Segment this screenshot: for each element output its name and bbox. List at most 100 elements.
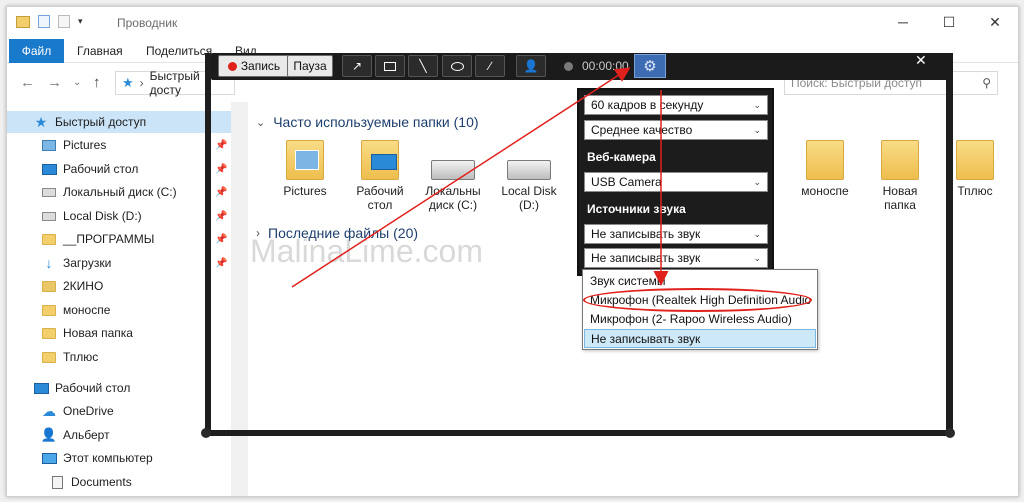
tab-share[interactable]: Поделиться xyxy=(146,39,212,63)
chevron-down-icon[interactable]: ▾ xyxy=(78,16,83,27)
properties-icon[interactable] xyxy=(38,15,50,28)
documents-icon xyxy=(49,474,65,490)
computer-icon xyxy=(41,450,57,466)
recorder-close-icon[interactable]: ✕ xyxy=(915,52,927,69)
ellipse-tool-button[interactable] xyxy=(442,55,472,77)
sidebar-item-tplus[interactable]: Тплюс xyxy=(7,346,237,368)
forward-arrow-icon[interactable]: → xyxy=(47,74,62,91)
rectangle-tool-button[interactable] xyxy=(375,55,405,77)
arrow-tool-button[interactable]: ↗ xyxy=(342,55,372,77)
settings-button[interactable]: ⚙ xyxy=(634,54,666,78)
desktop-folder-icon xyxy=(361,140,399,180)
drive-icon xyxy=(41,184,57,200)
sidebar-item-2kino[interactable]: 2КИНО xyxy=(7,275,237,297)
webcam-tool-icon: 👤 xyxy=(523,59,539,73)
sidebar-item-label: 2КИНО xyxy=(63,279,104,293)
capture-frame-right[interactable] xyxy=(946,53,953,436)
sidebar-item-local-disk-c[interactable]: Локальный диск (C:) 📌 xyxy=(7,181,237,203)
tile-label: Новая xyxy=(882,184,918,198)
search-icon: ⚲ xyxy=(982,76,991,90)
sidebar-item-label: Загрузки xyxy=(63,256,112,270)
sidebar-item-label: Локальный диск (C:) xyxy=(63,185,177,199)
pin-icon[interactable]: 📌 xyxy=(215,164,227,175)
tile-monosp[interactable]: моноспе xyxy=(788,140,862,198)
folder-icon xyxy=(41,278,57,294)
pin-icon[interactable]: 📌 xyxy=(215,234,227,245)
up-arrow-icon[interactable]: ↑ xyxy=(93,74,101,91)
back-arrow-icon[interactable]: ← xyxy=(20,74,35,91)
pen-tool-button[interactable]: ∕ xyxy=(475,55,505,77)
frequent-folders-header[interactable]: ⌄ Часто используемые папки (10) xyxy=(256,114,479,130)
dropdown-option-rapoo-mic[interactable]: Микрофон (2- Rapoo Wireless Audio) xyxy=(584,310,816,329)
resize-handle-bottom-left[interactable] xyxy=(201,428,211,438)
recent-locations-chevron-icon[interactable]: ⌄ xyxy=(73,77,81,88)
tile-label: Рабочий xyxy=(356,184,404,198)
folder-icon xyxy=(881,140,919,180)
tile-desktop[interactable]: Рабочий стол xyxy=(343,140,417,212)
tile-pictures[interactable]: Pictures xyxy=(268,140,342,198)
pictures-folder-icon xyxy=(286,140,324,180)
pictures-folder-icon xyxy=(41,137,57,153)
sidebar-item-pictures[interactable]: Pictures 📌 xyxy=(7,134,237,156)
sidebar-scrollbar[interactable] xyxy=(231,102,248,496)
folder-icon xyxy=(806,140,844,180)
webcam-select[interactable]: USB Camera ⌄ xyxy=(584,172,768,192)
sidebar-item-desktop[interactable]: Рабочий стол 📌 xyxy=(7,158,237,180)
recording-timer: 00:00:00 xyxy=(564,59,629,73)
user-icon: 👤 xyxy=(40,427,58,442)
sidebar-item-local-disk-d[interactable]: Local Disk (D:) 📌 xyxy=(7,205,237,227)
pause-button[interactable]: Пауза xyxy=(287,55,333,77)
sidebar-item-programs[interactable]: __ПРОГРАММЫ 📌 xyxy=(7,228,237,250)
sidebar-item-monosp[interactable]: моноспе xyxy=(7,299,237,321)
tab-file[interactable]: Файл xyxy=(9,39,64,63)
audio-sources-label: Источники звука xyxy=(587,202,686,216)
sidebar-item-label: Documents xyxy=(71,475,132,489)
quality-select[interactable]: Среднее качество ⌄ xyxy=(584,120,768,140)
tile-new-folder[interactable]: Новая папка xyxy=(863,140,937,212)
navigation-pane: ★ Быстрый доступ Pictures 📌 Рабочий стол… xyxy=(7,102,237,496)
pin-icon[interactable]: 📌 xyxy=(215,258,227,269)
audio-source-select-1[interactable]: Не записывать звук ⌄ xyxy=(584,224,768,244)
sidebar-item-label: Local Disk (D:) xyxy=(63,209,142,223)
record-button[interactable]: Запись xyxy=(218,55,290,77)
capture-frame-bottom[interactable] xyxy=(205,430,953,436)
sidebar-item-quick-access[interactable]: ★ Быстрый доступ xyxy=(7,111,237,133)
close-button[interactable]: ✕ xyxy=(972,7,1018,37)
folder-icon xyxy=(41,231,57,247)
tile-label: Локальны xyxy=(425,184,481,198)
sidebar-item-new-folder[interactable]: Новая папка xyxy=(7,322,237,344)
tile-label: Local Disk xyxy=(501,184,557,198)
sidebar-item-desktop-root[interactable]: Рабочий стол xyxy=(7,377,237,399)
new-folder-icon[interactable] xyxy=(58,15,70,28)
status-dot-icon xyxy=(564,61,573,71)
sidebar-item-documents[interactable]: Documents xyxy=(7,471,237,493)
sidebar-item-onedrive[interactable]: ☁ OneDrive xyxy=(7,400,237,422)
pin-icon[interactable]: 📌 xyxy=(215,211,227,222)
chevron-down-icon: ⌄ xyxy=(753,177,761,187)
pause-label: Пауза xyxy=(293,59,327,73)
resize-handle-bottom-right[interactable] xyxy=(945,428,955,438)
tile-label: папка xyxy=(884,198,916,212)
fps-select[interactable]: 60 кадров в секунду ⌄ xyxy=(584,95,768,115)
tab-home[interactable]: Главная xyxy=(77,39,123,63)
sidebar-item-downloads[interactable]: ↓ Загрузки 📌 xyxy=(7,252,237,274)
pin-icon[interactable]: 📌 xyxy=(215,187,227,198)
pin-icon[interactable]: 📌 xyxy=(215,140,227,151)
drive-icon xyxy=(41,208,57,224)
drive-icon xyxy=(507,160,551,180)
sidebar-item-label: __ПРОГРАММЫ xyxy=(63,232,155,246)
dropdown-option-no-audio[interactable]: Не записывать звук xyxy=(584,329,816,348)
webcam-label: Веб-камера xyxy=(587,150,656,164)
webcam-tool-button[interactable]: 👤 xyxy=(516,55,546,77)
chevron-down-icon: ⌄ xyxy=(753,229,761,239)
minimize-button[interactable]: ─ xyxy=(880,7,926,37)
capture-frame-left[interactable] xyxy=(205,53,211,436)
sidebar-item-this-pc[interactable]: Этот компьютер xyxy=(7,447,237,469)
tile-local-disk-c[interactable]: Локальны диск (C:) xyxy=(416,140,490,212)
tile-local-disk-d[interactable]: Local Disk (D:) xyxy=(492,140,566,212)
arrow-tool-icon: ↗ xyxy=(351,59,363,73)
title-bar: ▾ Проводник ─ ☐ ✕ xyxy=(7,7,1018,39)
line-tool-button[interactable]: ╲ xyxy=(408,55,438,77)
maximize-button[interactable]: ☐ xyxy=(926,7,972,37)
audio-source-select-2[interactable]: Не записывать звук ⌄ xyxy=(584,248,768,268)
